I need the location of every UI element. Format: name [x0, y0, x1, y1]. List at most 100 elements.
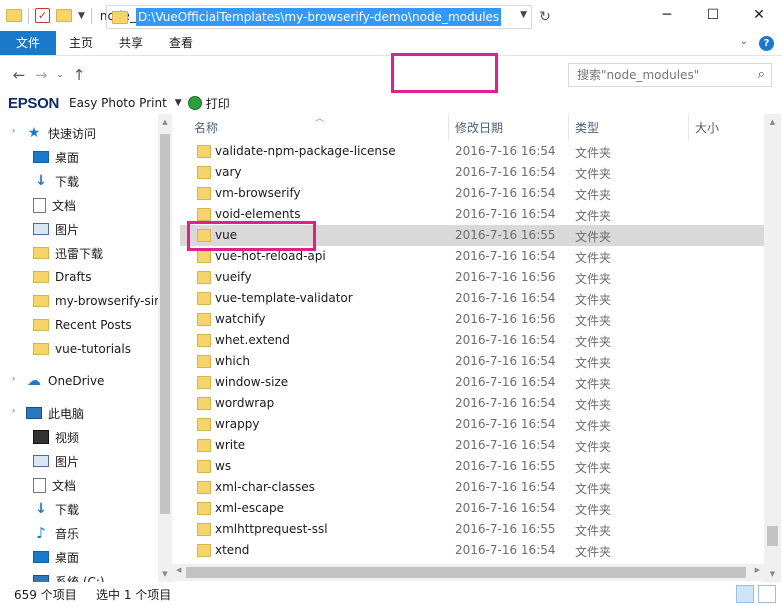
column-type[interactable]: 类型 — [575, 119, 599, 136]
nav-scrollbar[interactable]: ▲ ▼ — [158, 114, 172, 582]
nav-pc-pictures[interactable]: 图片 — [33, 449, 172, 473]
file-row[interactable]: wordwrap 2016-7-16 16:54 文件夹 — [180, 393, 764, 414]
file-name[interactable]: void-elements — [215, 207, 300, 221]
large-icons-view-icon[interactable] — [758, 585, 776, 603]
tab-home[interactable]: 主页 — [56, 31, 106, 55]
tab-view[interactable]: 查看 — [156, 31, 206, 55]
nav-pc-drive-c[interactable]: 系统 (C:) — [33, 569, 172, 582]
file-name[interactable]: vue-hot-reload-api — [215, 249, 326, 263]
up-arrow-icon[interactable]: ↑ — [68, 66, 90, 84]
file-name[interactable]: vueify — [215, 270, 252, 284]
file-row[interactable]: vue-hot-reload-api 2016-7-16 16:54 文件夹 — [180, 246, 764, 267]
file-name[interactable]: xtend — [215, 543, 249, 557]
nav-pc-desktop[interactable]: 桌面 — [33, 545, 172, 569]
nav-item-downloads[interactable]: ↓ 下载 📌 — [33, 169, 172, 193]
file-row[interactable]: xmlhttprequest-ssl 2016-7-16 16:55 文件夹 — [180, 519, 764, 540]
file-row[interactable]: ws 2016-7-16 16:55 文件夹 — [180, 456, 764, 477]
column-size[interactable]: 大小 — [695, 119, 719, 136]
scroll-up-icon[interactable]: ▲ — [158, 118, 172, 126]
scroll-down-icon[interactable]: ▼ — [764, 570, 781, 578]
chevron-right-icon[interactable]: › — [12, 374, 22, 388]
file-row[interactable]: which 2016-7-16 16:54 文件夹 — [180, 351, 764, 372]
search-icon[interactable]: ⌕ — [758, 67, 765, 82]
column-divider[interactable] — [448, 114, 449, 140]
file-name[interactable]: which — [215, 354, 250, 368]
file-row[interactable]: vueify 2016-7-16 16:56 文件夹 — [180, 267, 764, 288]
file-row[interactable]: xml-escape 2016-7-16 16:54 文件夹 — [180, 498, 764, 519]
tab-file[interactable]: 文件 — [0, 31, 56, 55]
scroll-down-icon[interactable]: ▼ — [158, 570, 172, 578]
chevron-right-icon[interactable]: › — [12, 126, 22, 140]
file-list-scrollbar[interactable]: ▲ ▼ — [764, 114, 781, 582]
search-box[interactable]: ⌕ — [568, 63, 772, 87]
horizontal-scrollbar[interactable]: ◀ ▶ — [172, 564, 764, 581]
search-input[interactable] — [569, 64, 744, 86]
file-name[interactable]: validate-npm-package-license — [215, 144, 396, 158]
back-arrow-icon[interactable]: ← — [8, 66, 30, 84]
file-name[interactable]: vue-template-validator — [215, 291, 353, 305]
easy-photo-print-button[interactable]: Easy Photo Print — [69, 96, 167, 110]
nav-item-recent-posts[interactable]: Recent Posts — [33, 313, 172, 337]
file-row[interactable]: window-size 2016-7-16 16:54 文件夹 — [180, 372, 764, 393]
file-name[interactable]: write — [215, 438, 245, 452]
nav-pc-downloads[interactable]: ↓ 下载 — [33, 497, 172, 521]
recent-locations-icon[interactable]: ⌄ — [52, 70, 68, 80]
column-name[interactable]: 名称 — [194, 119, 218, 136]
file-row[interactable]: vue 2016-7-16 16:55 文件夹 — [180, 225, 764, 246]
file-name[interactable]: whet.extend — [215, 333, 290, 347]
nav-item-desktop[interactable]: 桌面 📌 — [33, 145, 172, 169]
column-divider[interactable] — [688, 114, 689, 140]
file-row[interactable]: vue-template-validator 2016-7-16 16:54 文件夹 — [180, 288, 764, 309]
nav-quick-access[interactable]: › ★ 快速访问 — [12, 121, 170, 145]
file-row[interactable]: xtend 2016-7-16 16:54 文件夹 — [180, 540, 764, 561]
scrollbar-thumb[interactable] — [767, 526, 778, 546]
nav-pc-videos[interactable]: 视频 — [33, 425, 172, 449]
file-name[interactable]: window-size — [215, 375, 288, 389]
scroll-right-icon[interactable]: ▶ — [755, 566, 760, 574]
tab-share[interactable]: 共享 — [106, 31, 156, 55]
refresh-icon[interactable]: ↻ — [536, 8, 554, 26]
nav-pc-documents[interactable]: 文档 — [33, 473, 172, 497]
file-row[interactable]: write 2016-7-16 16:54 文件夹 — [180, 435, 764, 456]
scrollbar-thumb[interactable] — [186, 567, 746, 578]
nav-onedrive[interactable]: › ☁ OneDrive — [12, 369, 170, 393]
file-row[interactable]: void-elements 2016-7-16 16:54 文件夹 — [180, 204, 764, 225]
address-bar[interactable]: D:\VueOfficialTemplates\my-browserify-de… — [106, 5, 532, 29]
chevron-right-icon[interactable]: › — [12, 406, 22, 420]
scrollbar-thumb[interactable] — [160, 134, 170, 514]
nav-item-documents[interactable]: 文档 📌 — [33, 193, 172, 217]
file-row[interactable]: xml-char-classes 2016-7-16 16:54 文件夹 — [180, 477, 764, 498]
properties-icon[interactable]: ✓ — [35, 8, 50, 23]
file-row[interactable]: watchify 2016-7-16 16:56 文件夹 — [180, 309, 764, 330]
forward-arrow-icon[interactable]: → — [30, 66, 52, 84]
file-name[interactable]: vm-browserify — [215, 186, 301, 200]
column-divider[interactable] — [568, 114, 569, 140]
customize-toolbar-icon[interactable]: ▼ — [78, 11, 85, 21]
nav-item-drafts[interactable]: Drafts — [33, 265, 172, 289]
minimize-button[interactable]: ─ — [644, 0, 690, 31]
print-icon[interactable] — [187, 96, 202, 110]
chevron-down-icon[interactable]: ▼ — [175, 98, 182, 108]
nav-item-my-browserify[interactable]: my-browserify-sir — [33, 289, 158, 313]
maximize-button[interactable]: ☐ — [690, 0, 736, 31]
file-name[interactable]: wordwrap — [215, 396, 274, 410]
details-view-icon[interactable] — [736, 585, 754, 603]
file-name[interactable]: vary — [215, 165, 242, 179]
new-folder-icon[interactable] — [56, 9, 72, 22]
nav-pc-music[interactable]: ♪ 音乐 — [33, 521, 172, 545]
file-row[interactable]: vary 2016-7-16 16:54 文件夹 — [180, 162, 764, 183]
file-row[interactable]: vm-browserify 2016-7-16 16:54 文件夹 — [180, 183, 764, 204]
file-name[interactable]: xml-escape — [215, 501, 284, 515]
file-name[interactable]: xmlhttprequest-ssl — [215, 522, 328, 536]
file-row[interactable]: wrappy 2016-7-16 16:54 文件夹 — [180, 414, 764, 435]
expand-ribbon-icon[interactable]: ⌄ — [740, 36, 748, 47]
file-name[interactable]: xml-char-classes — [215, 480, 315, 494]
nav-item-pictures[interactable]: 图片 📌 — [33, 217, 172, 241]
chevron-down-icon[interactable]: ▼ — [520, 10, 527, 20]
file-name[interactable]: wrappy — [215, 417, 259, 431]
nav-this-pc[interactable]: › 此电脑 — [12, 401, 170, 425]
file-name[interactable]: vue — [215, 228, 237, 242]
close-button[interactable]: ✕ — [736, 0, 782, 31]
print-button[interactable]: 打印 — [206, 95, 230, 112]
file-row[interactable]: validate-npm-package-license 2016-7-16 16… — [180, 141, 764, 162]
